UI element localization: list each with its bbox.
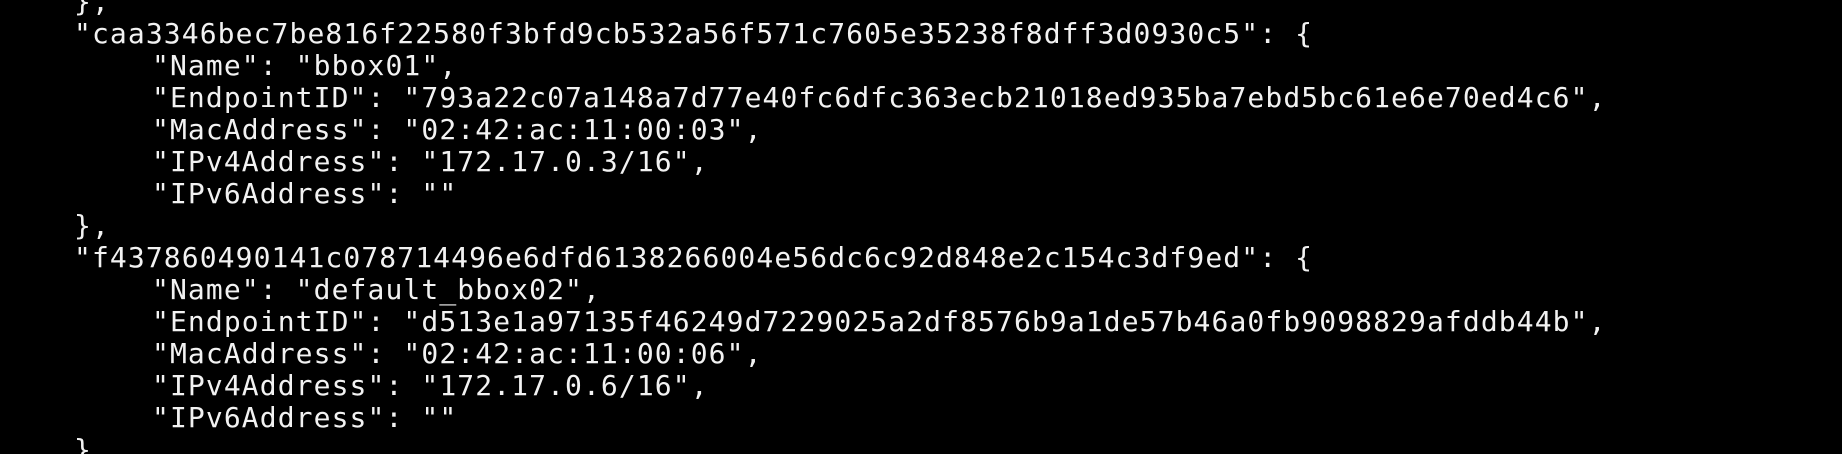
- terminal-line: "MacAddress": "02:42:ac:11:00:06",: [152, 337, 763, 370]
- terminal-line: "f437860490141c078714496e6dfd6138266004e…: [74, 241, 1314, 274]
- terminal-line: "Name": "bbox01",: [152, 49, 458, 82]
- terminal-window[interactable]: }, "caa3346bec7be816f22580f3bfd9cb532a56…: [0, 0, 1842, 454]
- terminal-output: }, "caa3346bec7be816f22580f3bfd9cb532a56…: [0, 0, 1607, 454]
- terminal-line: },: [74, 0, 110, 18]
- terminal-line: "EndpointID": "d513e1a97135f46249d722902…: [152, 305, 1607, 338]
- terminal-line: }: [74, 433, 92, 454]
- terminal-line: "Name": "default_bbox02",: [152, 273, 601, 306]
- terminal-line: "MacAddress": "02:42:ac:11:00:03",: [152, 113, 763, 146]
- terminal-line: "IPv6Address": "": [152, 177, 458, 210]
- terminal-line: "IPv4Address": "172.17.0.3/16",: [152, 145, 709, 178]
- terminal-line: },: [74, 209, 110, 242]
- terminal-line: "EndpointID": "793a22c07a148a7d77e40fc6d…: [152, 81, 1607, 114]
- terminal-line: "caa3346bec7be816f22580f3bfd9cb532a56f57…: [74, 17, 1314, 50]
- terminal-line: "IPv4Address": "172.17.0.6/16",: [152, 369, 709, 402]
- terminal-line: "IPv6Address": "": [152, 401, 458, 434]
